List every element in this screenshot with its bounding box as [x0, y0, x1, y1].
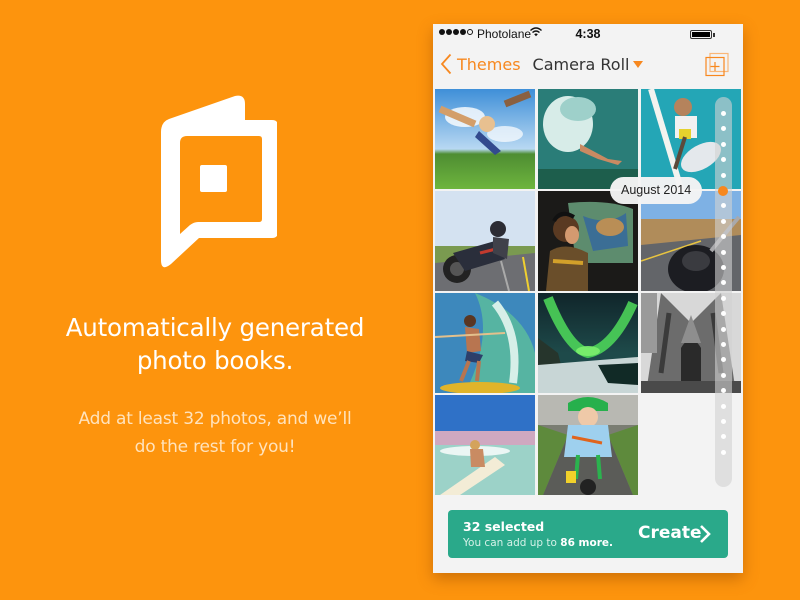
create-book-button[interactable]: 32 selected You can add up to 86 more. C… — [448, 510, 728, 558]
selected-count: 32 selected — [463, 519, 545, 534]
scrubber-tick — [721, 295, 726, 301]
headline-line-2: photo books. — [136, 346, 294, 375]
add-album-icon[interactable] — [704, 52, 730, 78]
photo-thumbnail[interactable] — [435, 395, 535, 495]
date-scrubber[interactable] — [715, 97, 732, 487]
scrubber-tick — [721, 249, 726, 255]
subheadline: Add at least 32 photos, and we’ll do the… — [20, 405, 410, 461]
scrubber-tick — [721, 280, 726, 286]
create-label: Create — [638, 523, 702, 543]
photo-thumbnail[interactable] — [435, 191, 535, 291]
scrubber-tick — [721, 141, 726, 147]
scrubber-tick — [721, 449, 726, 455]
photo-thumbnail[interactable] — [435, 293, 535, 393]
battery-full-icon — [690, 30, 712, 39]
date-scrubber-label: August 2014 — [610, 177, 703, 204]
scrubber-tick — [721, 388, 726, 394]
photo-thumbnail[interactable] — [435, 89, 535, 189]
scrubber-tick — [721, 172, 726, 178]
scrubber-tick — [721, 265, 726, 270]
scrubber-tick — [721, 157, 726, 163]
scrubber-active-marker — [718, 185, 728, 196]
scrubber-tick — [721, 111, 726, 116]
scrubber-tick — [721, 372, 726, 378]
scrubber-tick — [721, 311, 726, 317]
scrubber-tick — [721, 419, 726, 424]
scrubber-tick — [721, 357, 726, 363]
selection-hint: You can add up to 86 more. — [463, 537, 613, 549]
scrubber-tick — [721, 403, 726, 409]
scrubber-tick — [721, 126, 726, 132]
scrubber-tick — [721, 342, 726, 347]
headline: Automatically generated photo books. — [20, 311, 410, 377]
caret-down-icon — [633, 61, 644, 68]
chevron-right-icon — [700, 525, 711, 543]
photo-book-speech-bubble-icon — [161, 95, 277, 268]
photo-thumbnail[interactable] — [538, 89, 638, 189]
album-title: Camera Roll — [532, 55, 630, 74]
photo-thumbnail[interactable] — [538, 293, 638, 393]
photo-thumbnail[interactable] — [538, 191, 638, 291]
scrubber-tick — [721, 434, 726, 440]
status-bar: Photolane 4:38 — [433, 24, 743, 44]
scrubber-tick — [721, 203, 726, 209]
scrubber-tick — [721, 234, 726, 240]
scrubber-tick — [721, 218, 726, 224]
subheadline-line-1: Add at least 32 photos, and we’ll — [78, 409, 352, 429]
subheadline-line-2: do the rest for you! — [134, 437, 296, 457]
battery-tip — [713, 33, 715, 37]
photo-thumbnail[interactable] — [538, 395, 638, 495]
headline-line-1: Automatically generated — [65, 313, 365, 342]
phone-screen: Photolane 4:38 Themes Camera Roll August… — [433, 24, 743, 573]
navigation-bar: Themes Camera Roll — [433, 44, 743, 88]
album-picker[interactable]: Camera Roll — [433, 55, 743, 74]
scrubber-tick — [721, 326, 726, 332]
